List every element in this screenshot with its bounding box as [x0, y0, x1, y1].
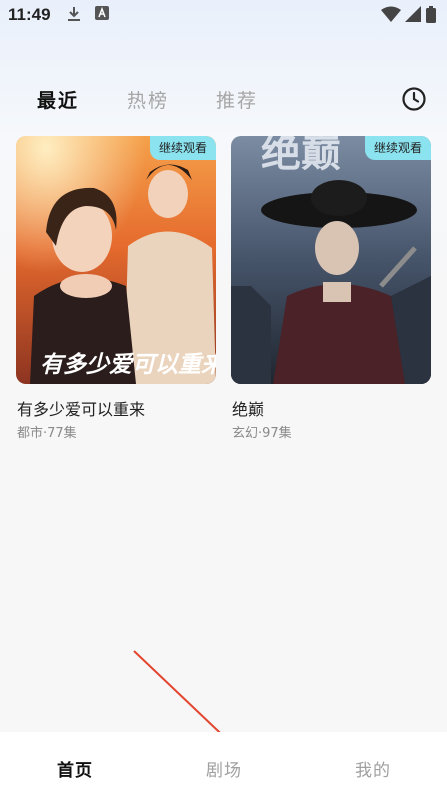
- card-title[interactable]: 有多少爱可以重来: [17, 396, 145, 420]
- signal-icon: [405, 6, 421, 22]
- drama-card[interactable]: 绝巅 继续观看 绝巅 玄幻·97集: [231, 136, 431, 441]
- category-tabs: 最近 热榜 推荐: [0, 80, 447, 120]
- card-meta: 玄幻·97集: [232, 426, 292, 441]
- poster-art: 有多少爱可以重来: [16, 136, 216, 384]
- wifi-icon: [381, 6, 401, 22]
- poster-title-text: 绝巅: [261, 136, 341, 176]
- status-time: 11:49: [8, 5, 51, 24]
- card-meta: 都市·77集: [17, 426, 77, 441]
- tab-recommend[interactable]: 推荐: [216, 86, 258, 113]
- bottom-nav: 首页 剧场 我的: [0, 732, 447, 794]
- poster-title-text: 有多少爱可以重来: [40, 351, 216, 378]
- tab-hot[interactable]: 热榜: [127, 86, 169, 113]
- drama-card[interactable]: 有多少爱可以重来 继续观看 有多少爱可以重来 都市·77集: [16, 136, 216, 441]
- nav-mine[interactable]: 我的: [355, 756, 391, 781]
- nav-theater[interactable]: 剧场: [206, 756, 242, 781]
- status-bar: 11:49: [0, 0, 447, 34]
- continue-watching-badge: 继续观看: [149, 136, 216, 160]
- battery-icon: [426, 6, 436, 23]
- poster-art: 绝巅: [231, 136, 431, 384]
- card-title[interactable]: 绝巅: [232, 396, 264, 420]
- download-icon: [68, 7, 80, 21]
- nav-home[interactable]: 首页: [57, 756, 93, 781]
- poster-image[interactable]: 绝巅 继续观看: [231, 136, 431, 384]
- app-a-icon: [95, 6, 109, 20]
- tab-recent[interactable]: 最近: [37, 86, 79, 113]
- clock-icon[interactable]: [401, 86, 427, 112]
- continue-watching-badge: 继续观看: [364, 136, 431, 160]
- poster-image[interactable]: 有多少爱可以重来 继续观看: [16, 136, 216, 384]
